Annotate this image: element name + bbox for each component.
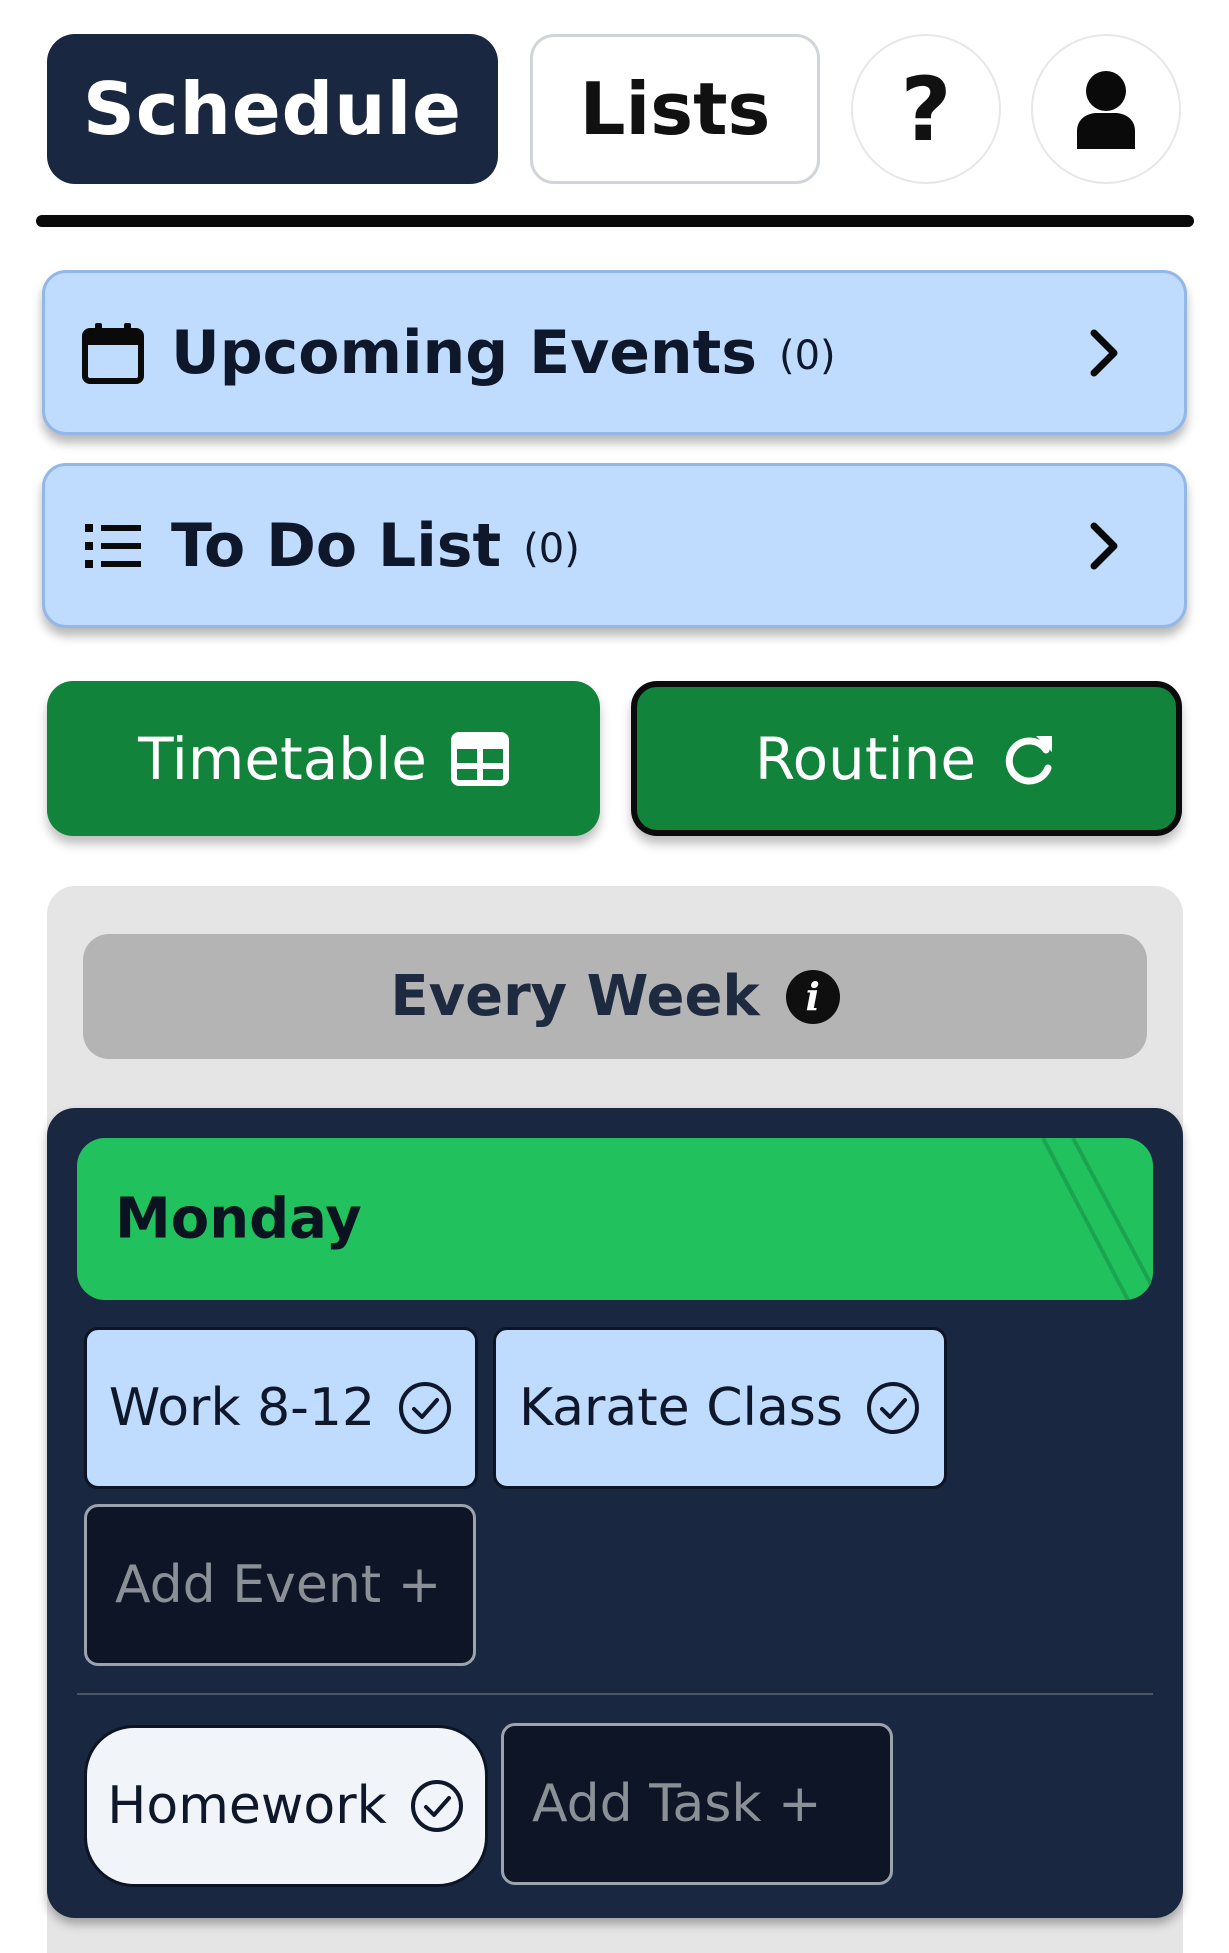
- stripe-decoration: [1041, 1138, 1153, 1300]
- todo-list-label: To Do List: [171, 510, 502, 581]
- day-card-monday: Monday Work 8-12 Karate Class Add Event …: [47, 1108, 1183, 1918]
- day-header[interactable]: Monday: [77, 1138, 1153, 1300]
- day-title: Monday: [115, 1186, 362, 1252]
- refresh-icon: [1005, 735, 1053, 784]
- add-task-button[interactable]: Add Task +: [501, 1723, 893, 1885]
- routine-button[interactable]: Routine: [631, 681, 1182, 836]
- event-label: Karate Class: [518, 1378, 843, 1438]
- chevron-right-icon: [1090, 329, 1118, 376]
- chevron-right-icon: [1090, 522, 1118, 569]
- upcoming-events-count: (0): [779, 332, 836, 379]
- every-week-bar[interactable]: Every Week i: [83, 934, 1147, 1059]
- todo-list-title: To Do List (0): [171, 511, 580, 581]
- every-week-label: Every Week: [390, 964, 760, 1029]
- task-chip[interactable]: Homework: [84, 1725, 488, 1887]
- event-chip[interactable]: Work 8-12: [84, 1327, 478, 1489]
- top-navigation: Schedule Lists ?: [0, 0, 1229, 230]
- add-event-button[interactable]: Add Event +: [84, 1504, 476, 1666]
- check-circle-icon[interactable]: [409, 1778, 465, 1834]
- check-circle-icon[interactable]: [397, 1380, 453, 1436]
- check-circle-icon[interactable]: [865, 1380, 921, 1436]
- tab-lists[interactable]: Lists: [530, 34, 820, 184]
- timetable-button[interactable]: Timetable: [47, 681, 600, 836]
- task-label: Homework: [107, 1776, 387, 1836]
- event-label: Work 8-12: [108, 1378, 376, 1438]
- todo-list-card[interactable]: To Do List (0): [42, 463, 1187, 628]
- routine-panel: Every Week i Monday Work 8-12 Karate Cla…: [47, 886, 1183, 1953]
- event-chip[interactable]: Karate Class: [493, 1327, 947, 1489]
- grid-icon: [450, 731, 509, 786]
- upcoming-events-title: Upcoming Events (0): [171, 318, 836, 388]
- help-button[interactable]: ?: [851, 34, 1001, 184]
- section-divider: [77, 1693, 1153, 1695]
- nav-divider: [36, 215, 1194, 227]
- info-icon[interactable]: i: [785, 969, 840, 1024]
- user-icon: [1077, 71, 1135, 149]
- todo-list-count: (0): [523, 525, 580, 572]
- upcoming-events-label: Upcoming Events: [171, 317, 757, 388]
- upcoming-events-card[interactable]: Upcoming Events (0): [42, 270, 1187, 435]
- profile-button[interactable]: [1031, 34, 1181, 184]
- help-icon: ?: [900, 57, 952, 161]
- calendar-icon: [82, 322, 144, 384]
- list-icon: [85, 523, 141, 568]
- timetable-label: Timetable: [138, 724, 427, 793]
- tab-schedule[interactable]: Schedule: [47, 34, 498, 184]
- routine-label: Routine: [754, 724, 977, 793]
